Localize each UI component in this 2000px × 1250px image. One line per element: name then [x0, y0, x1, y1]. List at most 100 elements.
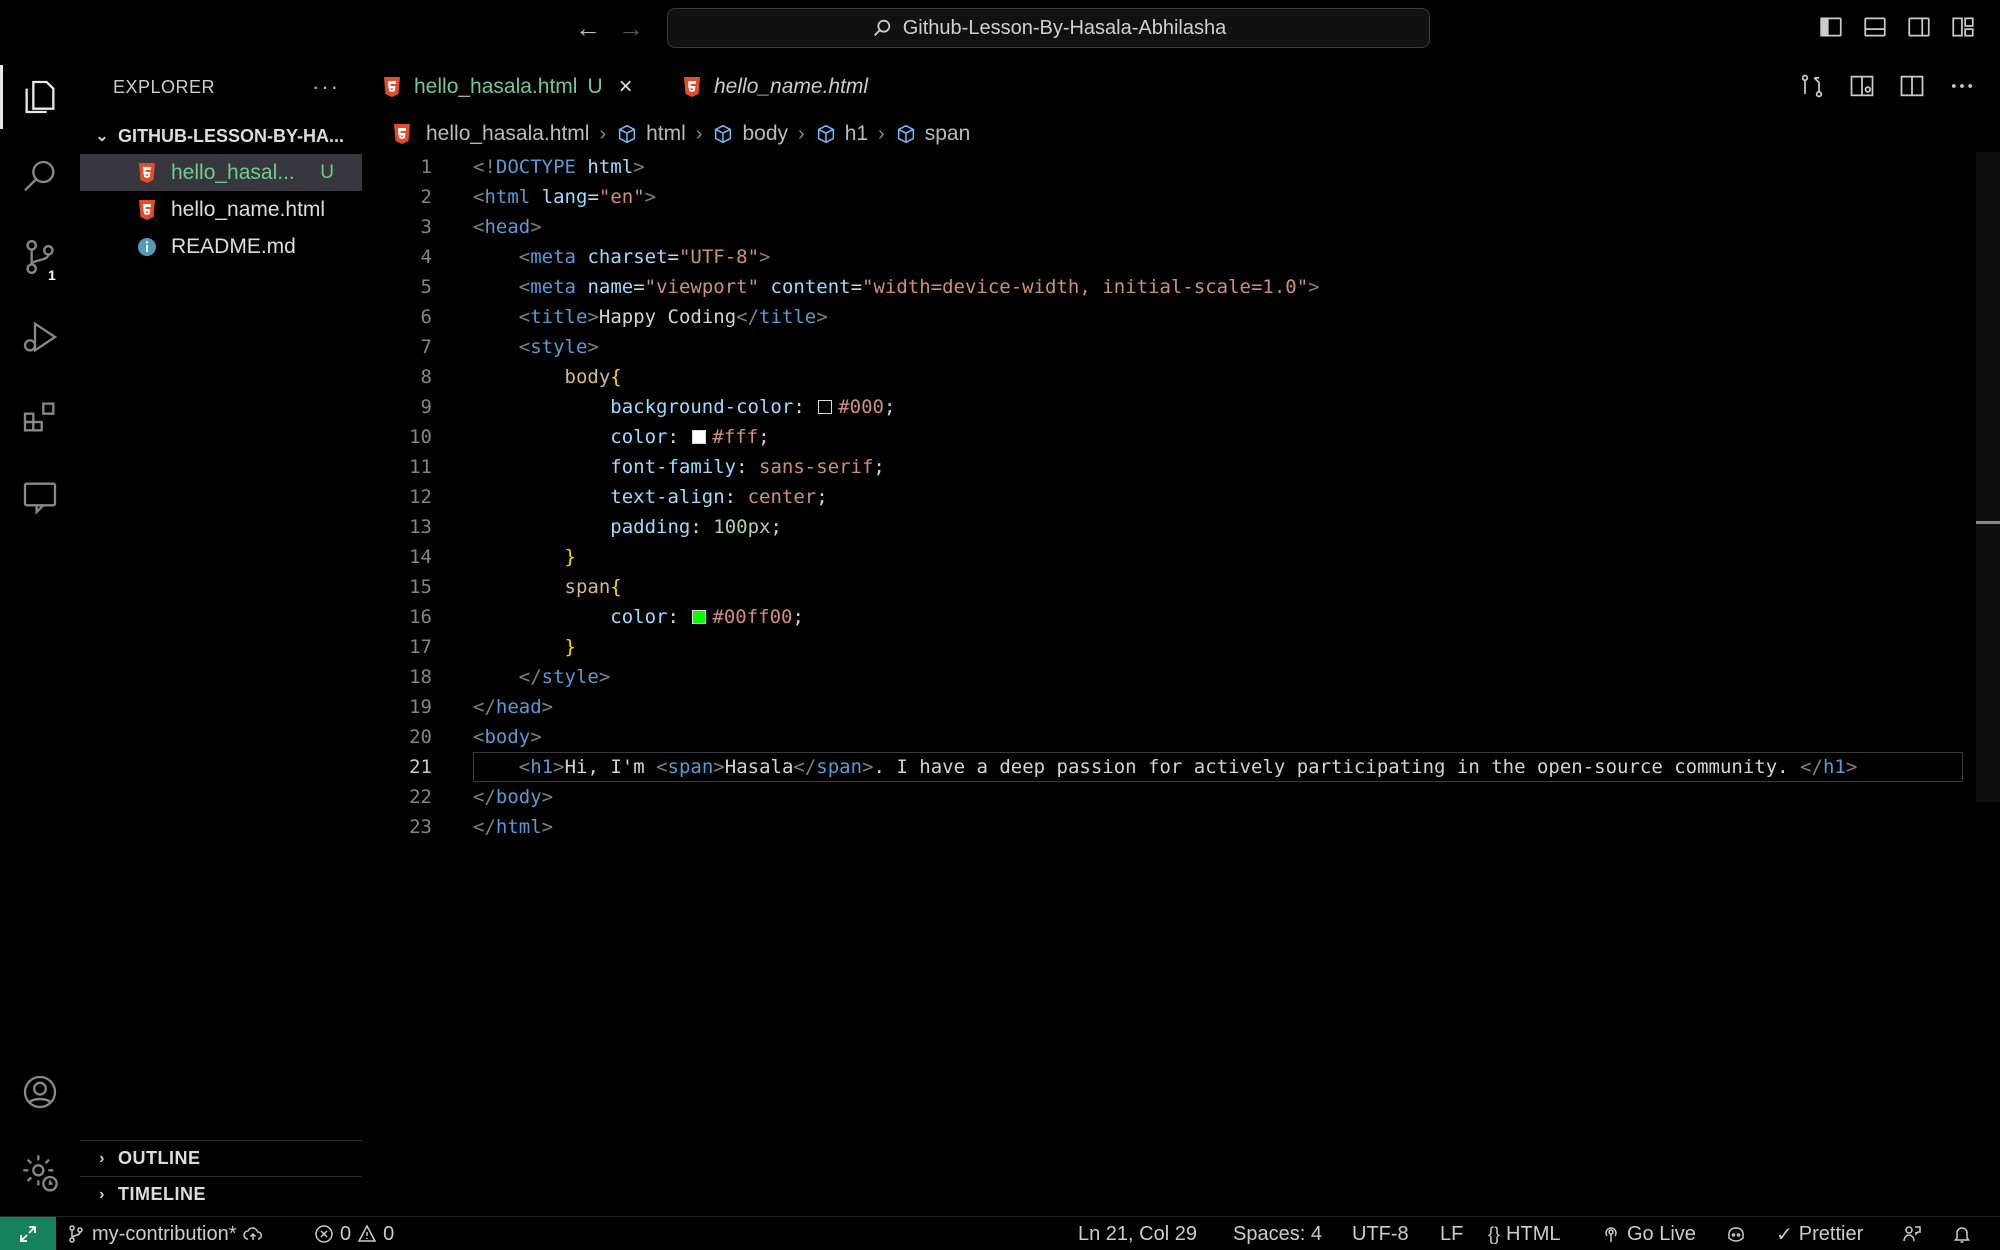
line-number: 4: [420, 246, 432, 268]
go-live-button[interactable]: Go Live: [1601, 1217, 1696, 1250]
breadcrumb: hello_hasala.html › html › body › h1 › s…: [392, 118, 970, 150]
branch-indicator[interactable]: my-contribution*: [66, 1217, 263, 1250]
line-number: 11: [409, 456, 432, 478]
open-changes-icon[interactable]: [1798, 72, 1826, 100]
more-actions-icon[interactable]: [1948, 72, 1976, 100]
line-number: 2: [420, 186, 432, 208]
line-number: 6: [420, 306, 432, 328]
color-swatch[interactable]: [692, 610, 707, 624]
breadcrumb-file[interactable]: hello_hasala.html: [392, 122, 589, 146]
line-number: 13: [409, 516, 432, 538]
breadcrumb-html[interactable]: html: [616, 122, 686, 146]
info-icon: [138, 237, 156, 256]
layout-controls: [1818, 14, 1976, 40]
command-center[interactable]: Github-Lesson-By-Hasala-Abhilasha: [667, 8, 1430, 48]
customize-layout-icon[interactable]: [1950, 14, 1976, 40]
cursor-position[interactable]: Ln 21, Col 29: [1078, 1217, 1197, 1250]
file-name: hello_name.html: [171, 197, 326, 221]
breadcrumb-label: html: [646, 122, 686, 145]
notifications-button[interactable]: [1952, 1217, 1972, 1250]
chevron-right-icon: ›: [798, 122, 805, 145]
code-line: <!DOCTYPE html>: [473, 156, 645, 178]
breadcrumb-file-label: hello_hasala.html: [426, 122, 590, 145]
line-number: 7: [420, 336, 432, 358]
cursor-position-label: Ln 21, Col 29: [1078, 1222, 1197, 1245]
line-number: 9: [420, 396, 432, 418]
code-line: }: [564, 546, 576, 568]
manage-gear-icon[interactable]: [0, 1136, 80, 1208]
copilot-button[interactable]: [1726, 1217, 1746, 1250]
chevron-right-icon: ›: [878, 122, 885, 145]
editor-tabs: hello_hasala.html U × hello_name.html: [362, 56, 2000, 118]
end-of-line[interactable]: LF: [1440, 1217, 1463, 1250]
toggle-panel-icon[interactable]: [1862, 14, 1888, 40]
line-number: 19: [409, 696, 432, 718]
line-number: 3: [420, 216, 432, 238]
breadcrumb-body[interactable]: body: [712, 122, 788, 146]
html5-icon: [139, 162, 155, 183]
folder-name: GITHUB-LESSON-BY-HA...: [118, 125, 345, 146]
cloud-upload-icon[interactable]: [242, 1224, 263, 1244]
line-number: 23: [409, 816, 432, 838]
source-control-icon[interactable]: 1: [0, 221, 80, 293]
forward-arrow-icon[interactable]: →: [615, 12, 647, 44]
tab-hello-hasala[interactable]: hello_hasala.html U ×: [382, 56, 633, 118]
file-name: hello_hasal...: [171, 160, 295, 184]
breadcrumb-label: body: [742, 122, 789, 145]
code-line: <title>Happy Coding</title>: [518, 306, 828, 328]
warning-count: 0: [383, 1222, 395, 1245]
toggle-secondary-sidebar-icon[interactable]: [1906, 14, 1932, 40]
code-line: <head>: [473, 216, 542, 238]
title-bar: ← → Github-Lesson-By-Hasala-Abhilasha: [0, 0, 2000, 56]
toggle-primary-sidebar-icon[interactable]: [1818, 14, 1844, 40]
file-item-hello-name[interactable]: hello_name.html: [80, 191, 362, 228]
run-debug-icon[interactable]: [0, 301, 80, 373]
tab-label: hello_name.html: [714, 75, 869, 98]
breadcrumb-h1[interactable]: h1: [815, 122, 868, 146]
color-swatch[interactable]: [692, 430, 707, 444]
timeline-section[interactable]: › TIMELINE: [80, 1176, 362, 1212]
indentation[interactable]: Spaces: 4: [1233, 1217, 1322, 1250]
open-preview-icon[interactable]: [1848, 72, 1876, 100]
encoding[interactable]: UTF-8: [1352, 1217, 1409, 1250]
remote-explorer-icon[interactable]: [0, 461, 80, 533]
code-line: <body>: [473, 726, 542, 748]
language-mode[interactable]: {} HTML: [1488, 1217, 1560, 1250]
chevron-right-icon: ›: [99, 1185, 105, 1203]
explorer-title: EXPLORER: [113, 76, 216, 97]
copilot-icon: [1728, 1227, 1744, 1242]
chevron-right-icon: ›: [99, 1149, 105, 1167]
split-editor-icon[interactable]: [1898, 72, 1926, 100]
code-editor[interactable]: 1 <!DOCTYPE html> 2 <html lang="en"> 3 <hea…: [362, 152, 1980, 1216]
line-number: 16: [409, 606, 432, 628]
line-number: 10: [409, 426, 432, 448]
close-icon[interactable]: ×: [619, 73, 633, 101]
editor-actions: [1798, 72, 1976, 100]
breadcrumb-label: h1: [844, 122, 869, 145]
html5-icon: [384, 77, 400, 97]
extensions-icon[interactable]: [0, 381, 80, 453]
outline-section[interactable]: › OUTLINE: [80, 1140, 362, 1176]
explorer-sidebar: EXPLORER ··· ⌄ GITHUB-LESSON-BY-HA... he…: [80, 56, 362, 1216]
search-icon[interactable]: [0, 141, 80, 213]
accounts-icon[interactable]: [0, 1056, 80, 1128]
feedback-button[interactable]: [1902, 1217, 1922, 1250]
symbol-cube-icon: [715, 124, 732, 144]
file-item-hello-hasala[interactable]: hello_hasal... U: [80, 154, 362, 191]
problems-indicator[interactable]: 0 0: [314, 1217, 394, 1250]
outline-label: OUTLINE: [118, 1148, 201, 1168]
code-line: color: #00ff00;: [610, 606, 804, 628]
color-swatch[interactable]: [818, 400, 833, 414]
tab-hello-name[interactable]: hello_name.html: [682, 56, 868, 118]
workspace-folder[interactable]: ⌄ GITHUB-LESSON-BY-HA...: [80, 118, 362, 154]
error-icon: [315, 1225, 333, 1243]
git-branch-icon: [69, 1225, 83, 1243]
explorer-icon[interactable]: [0, 61, 80, 133]
remote-indicator[interactable]: [0, 1217, 56, 1250]
prettier-button[interactable]: ✓ Prettier: [1776, 1217, 1863, 1250]
back-arrow-icon[interactable]: ←: [572, 12, 604, 44]
branch-name: my-contribution*: [92, 1222, 237, 1245]
file-item-readme[interactable]: README.md: [80, 228, 362, 265]
more-actions-icon[interactable]: ···: [312, 74, 340, 100]
breadcrumb-span[interactable]: span: [895, 122, 970, 146]
